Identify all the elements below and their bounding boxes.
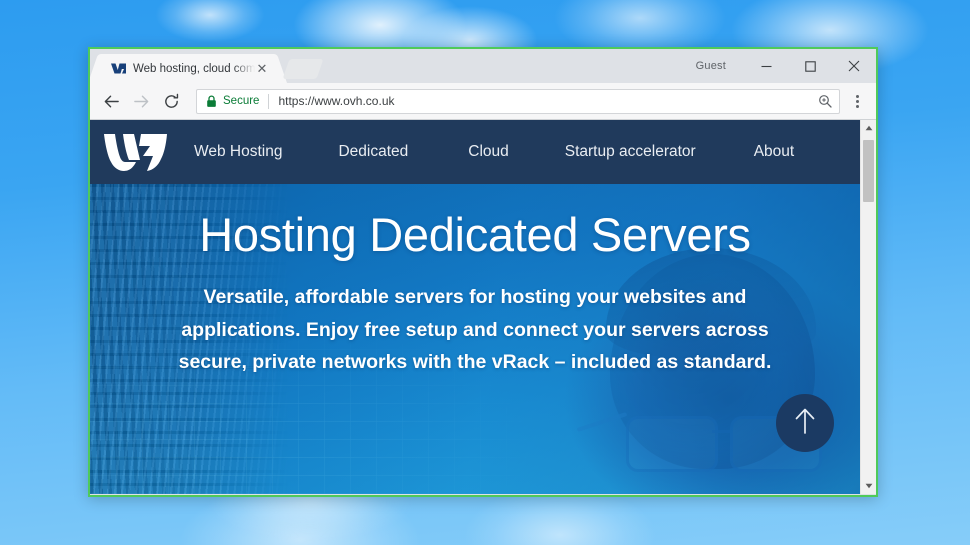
hero-subtitle: Versatile, affordable servers for hostin… — [178, 286, 772, 373]
site-nav-item-web-hosting[interactable]: Web Hosting — [190, 143, 286, 161]
lock-icon[interactable] — [206, 94, 217, 108]
chrome-menu-icon[interactable] — [846, 88, 868, 114]
hero-title: Hosting Dedicated Servers — [199, 208, 751, 261]
close-button[interactable] — [832, 51, 876, 81]
ovh-favicon-icon — [110, 61, 126, 77]
site-nav-item-cloud[interactable]: Cloud — [464, 143, 513, 161]
hero-section: Hosting Dedicated Servers Versatile, aff… — [90, 184, 860, 494]
url-text[interactable]: https://www.ovh.co.uk — [278, 94, 815, 108]
maximize-button[interactable] — [788, 51, 832, 81]
profile-label[interactable]: Guest — [696, 60, 726, 72]
minimize-button[interactable] — [744, 51, 788, 81]
glasses-temple — [576, 412, 628, 432]
browser-window: Web hosting, cloud com ✕ Guest Secure ht… — [88, 47, 878, 497]
security-status-text: Secure — [223, 95, 260, 107]
new-tab-button[interactable] — [282, 59, 324, 79]
glasses-lens-left — [626, 416, 718, 472]
tab-strip: Web hosting, cloud com ✕ Guest — [90, 49, 876, 83]
address-bar[interactable]: Secure https://www.ovh.co.uk — [196, 88, 840, 114]
hero-content: Hosting Dedicated Servers Versatile, aff… — [90, 184, 860, 378]
tab-title: Web hosting, cloud com — [133, 62, 255, 75]
site-nav-item-startup-accelerator[interactable]: Startup accelerator — [561, 143, 700, 161]
browser-toolbar: Secure https://www.ovh.co.uk — [90, 83, 876, 120]
site-navigation-bar: Web Hosting Dedicated Cloud Startup acce… — [90, 120, 860, 184]
reload-button-icon[interactable] — [158, 88, 184, 114]
forward-button-icon[interactable] — [128, 88, 154, 114]
site-nav-item-dedicated[interactable]: Dedicated — [334, 143, 412, 161]
scrollbar-thumb[interactable] — [863, 140, 874, 202]
site-nav-item-about[interactable]: About — [750, 143, 799, 161]
scrollbar-down-arrow-icon[interactable] — [861, 478, 876, 494]
menu-dot — [855, 104, 859, 108]
window-caption-controls: Guest — [696, 49, 876, 83]
glasses-bridge — [712, 430, 732, 433]
menu-dot — [855, 94, 859, 98]
tab-close-icon[interactable]: ✕ — [255, 62, 269, 76]
zoom-icon[interactable] — [815, 91, 835, 111]
page-content: Web Hosting Dedicated Cloud Startup acce… — [90, 120, 860, 494]
page-scrollbar[interactable] — [860, 120, 876, 494]
site-nav-links: Web Hosting Dedicated Cloud Startup acce… — [184, 143, 860, 161]
back-button-icon[interactable] — [98, 88, 124, 114]
omnibox-divider — [268, 93, 270, 109]
scrollbar-up-arrow-icon[interactable] — [861, 120, 876, 136]
page-viewport: Web Hosting Dedicated Cloud Startup acce… — [90, 120, 876, 494]
arrow-up-icon — [792, 407, 818, 440]
ovh-logo-icon[interactable] — [100, 131, 172, 173]
menu-dot — [855, 99, 859, 103]
back-to-top-button[interactable] — [776, 394, 834, 452]
browser-tab[interactable]: Web hosting, cloud com ✕ — [100, 54, 275, 83]
